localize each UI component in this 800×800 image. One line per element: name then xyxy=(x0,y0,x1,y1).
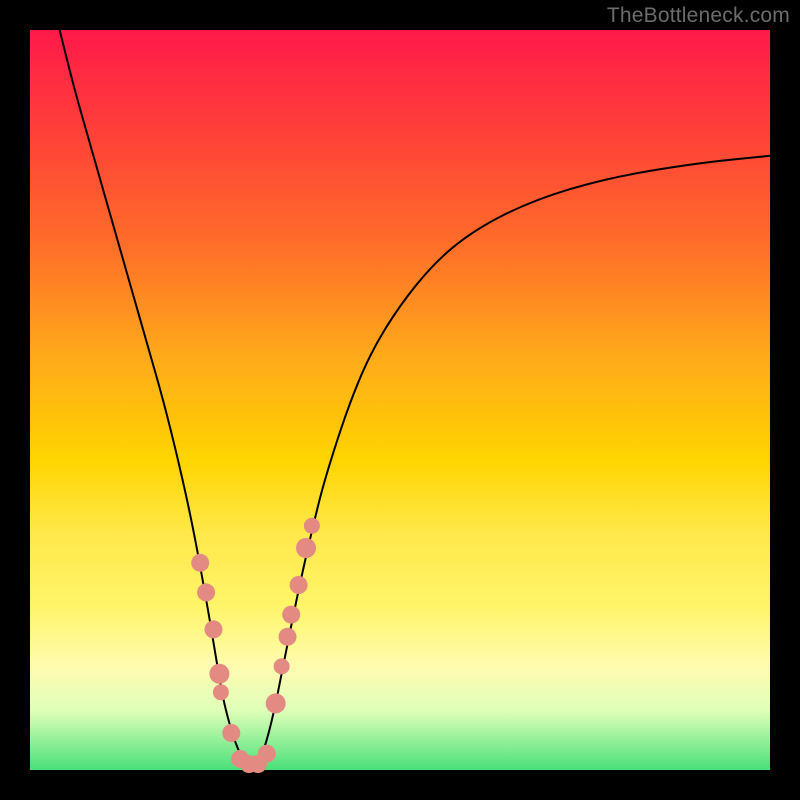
data-marker xyxy=(213,684,229,700)
data-marker xyxy=(274,658,290,674)
marker-group xyxy=(191,518,320,773)
data-marker xyxy=(205,620,223,638)
data-marker xyxy=(290,576,308,594)
data-marker xyxy=(279,628,297,646)
data-marker xyxy=(296,538,316,558)
watermark-text: TheBottleneck.com xyxy=(607,4,790,28)
data-marker xyxy=(266,693,286,713)
chart-svg xyxy=(30,30,770,770)
bottleneck-curve xyxy=(60,30,770,768)
data-marker xyxy=(191,554,209,572)
data-marker xyxy=(222,724,240,742)
data-marker xyxy=(258,745,276,763)
data-marker xyxy=(197,583,215,601)
data-marker xyxy=(304,518,320,534)
data-marker xyxy=(209,664,229,684)
data-marker xyxy=(282,606,300,624)
